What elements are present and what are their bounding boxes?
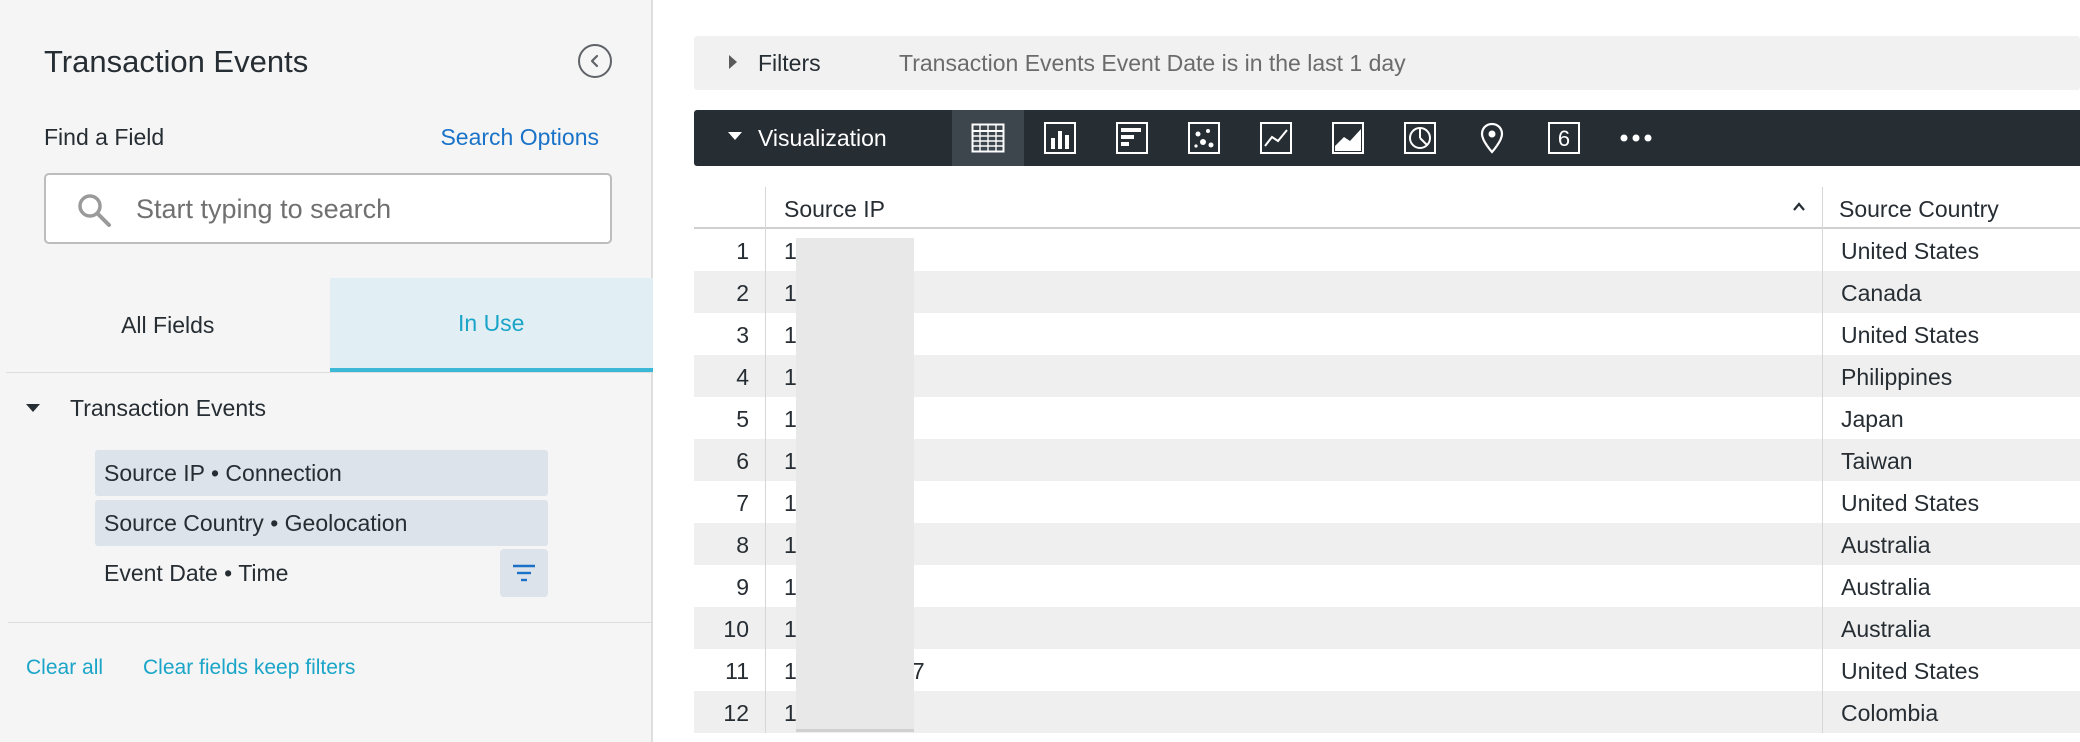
visualization-type-toolbar: 6 [952, 110, 1672, 166]
filter-icon [513, 564, 535, 582]
clear-fields-keep-filters-link[interactable]: Clear fields keep filters [143, 656, 355, 680]
find-field-label: Find a Field [44, 124, 165, 150]
row-number: 9 [694, 565, 766, 607]
viz-map-button[interactable] [1456, 110, 1528, 166]
table-icon [971, 123, 1005, 153]
column-chart-icon [1044, 122, 1076, 154]
row-number: 1 [694, 229, 766, 271]
field-filter-button[interactable] [500, 549, 548, 597]
cell-source-country: Japan [1822, 397, 1904, 439]
viz-area-button[interactable] [1312, 110, 1384, 166]
area-chart-icon [1332, 122, 1364, 154]
row-number: 12 [694, 691, 766, 733]
sidebar-title: Transaction Events [44, 44, 309, 79]
viz-single-value-button[interactable]: 6 [1528, 110, 1600, 166]
row-number: 8 [694, 523, 766, 565]
filters-label: Filters [758, 50, 821, 76]
cell-source-country: Colombia [1822, 691, 1938, 733]
cell-source-country: Australia [1822, 607, 1930, 649]
field-group-header[interactable]: Transaction Events [26, 393, 266, 423]
field-item-source-ip[interactable]: Source IP • Connection [95, 450, 548, 496]
caret-right-icon [729, 55, 737, 69]
row-number: 6 [694, 439, 766, 481]
cell-source-country: United States [1822, 481, 1979, 523]
field-picker-sidebar: Transaction Events Find a Field Search O… [0, 0, 653, 742]
caret-down-icon[interactable] [728, 132, 742, 140]
caret-down-icon [26, 404, 40, 412]
map-pin-icon [1480, 122, 1504, 154]
viz-line-button[interactable] [1240, 110, 1312, 166]
redaction-overlay [796, 238, 914, 732]
field-search-box [44, 173, 612, 244]
collapse-sidebar-button[interactable] [578, 44, 612, 78]
sort-ascending-icon[interactable] [1792, 200, 1806, 214]
cell-source-country: United States [1822, 229, 1979, 271]
field-group-label: Transaction Events [70, 394, 267, 421]
single-value-glyph: 6 [1558, 126, 1570, 151]
field-search-input[interactable] [136, 185, 596, 233]
table-header: Source IP Source Country [694, 187, 2080, 229]
more-icon [1620, 134, 1652, 142]
row-number: 4 [694, 355, 766, 397]
column-header-source-country[interactable]: Source Country [1822, 187, 1999, 229]
app-root: Transaction Events Find a Field Search O… [0, 0, 2080, 742]
cell-source-country: Philippines [1822, 355, 1952, 397]
sidebar-divider [8, 622, 653, 623]
line-chart-icon [1260, 122, 1292, 154]
bar-chart-icon [1116, 122, 1148, 154]
viz-more-button[interactable] [1600, 110, 1672, 166]
row-number: 2 [694, 271, 766, 313]
field-item-event-date[interactable]: Event Date • Time [95, 550, 548, 596]
field-tabs: All Fields In Use [6, 278, 653, 373]
row-number: 10 [694, 607, 766, 649]
cell-source-ip: 1 [784, 490, 797, 516]
cell-source-ip: 1 [784, 238, 797, 264]
row-number: 7 [694, 481, 766, 523]
filters-summary: Transaction Events Event Date is in the … [899, 50, 1406, 76]
search-options-link[interactable]: Search Options [440, 124, 599, 151]
tab-in-use[interactable]: In Use [329, 278, 653, 372]
row-number: 3 [694, 313, 766, 355]
cell-source-country: United States [1822, 313, 1979, 355]
visualization-bar: Visualization 6 [694, 110, 2080, 166]
pie-chart-icon [1404, 122, 1436, 154]
viz-scatter-button[interactable] [1168, 110, 1240, 166]
column-header-source-ip[interactable]: Source IP [784, 196, 885, 223]
clear-all-link[interactable]: Clear all [26, 656, 103, 680]
viz-pie-button[interactable] [1384, 110, 1456, 166]
cell-source-country: Canada [1822, 271, 1922, 313]
filters-bar[interactable]: Filters Transaction Events Event Date is… [694, 36, 2080, 90]
viz-table-button[interactable] [952, 110, 1024, 166]
single-value-icon: 6 [1548, 122, 1580, 154]
row-number-header [694, 187, 766, 229]
visualization-label[interactable]: Visualization [758, 125, 887, 152]
cell-source-country: United States [1822, 649, 1979, 691]
cell-source-country: Taiwan [1822, 439, 1913, 481]
field-item-source-country[interactable]: Source Country • Geolocation [95, 500, 548, 546]
search-icon [78, 194, 111, 227]
tab-all-fields[interactable]: All Fields [6, 278, 330, 372]
cell-source-country: Australia [1822, 523, 1930, 565]
cell-source-country: Australia [1822, 565, 1930, 607]
scatter-chart-icon [1188, 122, 1220, 154]
viz-column-button[interactable] [1024, 110, 1096, 166]
row-number: 11 [694, 649, 766, 691]
chevron-left-icon [590, 54, 599, 68]
row-number: 5 [694, 397, 766, 439]
viz-bar-button[interactable] [1096, 110, 1168, 166]
